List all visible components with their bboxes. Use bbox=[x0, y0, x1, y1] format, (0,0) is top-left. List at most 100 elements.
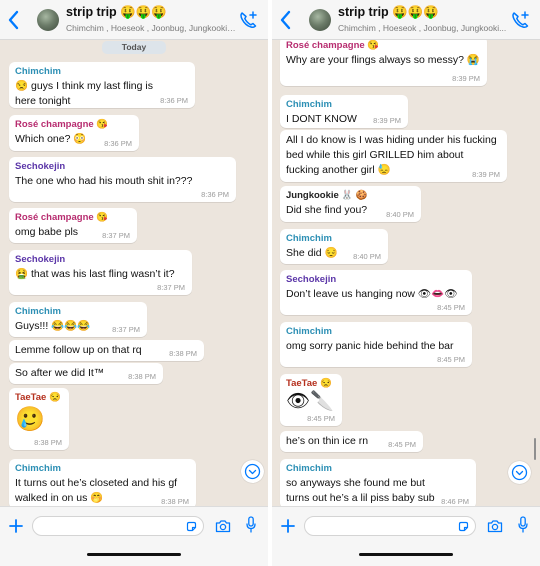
message-bubble[interactable]: Chimchim She did 😔 8:40 PM bbox=[280, 229, 388, 264]
message-text: 😒 guys I think my last fling is here ton… bbox=[15, 80, 153, 107]
chat-screen-right: strip trip 🤑🤑🤑 Chimchim , Hoeseok , Joon… bbox=[272, 0, 540, 566]
composer-bar bbox=[0, 506, 268, 566]
message-sender: Sechokejin bbox=[15, 161, 66, 172]
date-divider: Today bbox=[102, 41, 166, 54]
message-text: All I do know is I was hiding under his … bbox=[286, 134, 497, 176]
message-time: 8:38 PM bbox=[161, 497, 189, 506]
composer-bar bbox=[272, 506, 540, 566]
message-emoji: 👁🔪 bbox=[286, 391, 334, 412]
message-bubble[interactable]: Chimchim Guys!!! 😂😂😂 8:37 PM bbox=[9, 302, 147, 337]
add-call-icon[interactable] bbox=[237, 9, 259, 31]
message-time: 8:36 PM bbox=[104, 139, 132, 148]
message-bubble[interactable]: Chimchim I DONT KNOW 8:39 PM bbox=[280, 95, 408, 128]
message-bubble[interactable]: Sechokejin 🤮 that was his last fling was… bbox=[9, 250, 192, 295]
message-time: 8:45 PM bbox=[437, 355, 465, 364]
message-bubble[interactable]: Sechokejin The one who had his mouth shi… bbox=[9, 157, 236, 202]
message-bubble[interactable]: So after we did It™ 8:38 PM bbox=[9, 363, 163, 384]
message-text: 🤮 that was his last fling wasn’t it? bbox=[15, 268, 175, 280]
message-bubble[interactable]: Rosé champagne 😘 omg babe pls 8:37 PM bbox=[9, 208, 137, 243]
microphone-icon[interactable] bbox=[246, 516, 256, 534]
message-time: 8:40 PM bbox=[353, 252, 381, 261]
message-sender: Chimchim bbox=[286, 99, 332, 110]
chevron-down-icon bbox=[511, 464, 528, 481]
message-sender: Chimchim bbox=[15, 463, 61, 474]
message-bubble[interactable]: Chimchim 😒 guys I think my last fling is… bbox=[9, 62, 195, 108]
camera-icon[interactable] bbox=[215, 519, 231, 533]
message-sender: Rosé champagne 😘 bbox=[15, 212, 109, 223]
message-bubble[interactable]: TaeTae 😒 👁🔪 8:45 PM bbox=[280, 374, 342, 426]
message-sender: Chimchim bbox=[286, 233, 332, 244]
microphone-icon[interactable] bbox=[518, 516, 528, 534]
message-bubble[interactable]: Chimchim so anyways she found me but tur… bbox=[280, 459, 476, 506]
message-bubble[interactable]: TaeTae 😒 🥲 8:38 PM bbox=[9, 388, 69, 450]
message-bubble[interactable]: Chimchim It turns out he’s closeted and … bbox=[9, 459, 196, 506]
message-bubble[interactable]: Rosé champagne 😘 Why are your flings alw… bbox=[280, 40, 487, 86]
message-time: 8:45 PM bbox=[388, 440, 416, 449]
group-avatar[interactable] bbox=[309, 9, 331, 31]
message-input[interactable] bbox=[304, 516, 476, 536]
message-text: omg sorry panic hide behind the bar bbox=[286, 340, 454, 352]
message-time: 8:38 PM bbox=[169, 349, 197, 358]
message-sender: Sechokejin bbox=[15, 254, 66, 265]
message-time: 8:46 PM bbox=[441, 497, 469, 506]
message-time: 8:45 PM bbox=[307, 414, 335, 423]
back-chevron-icon[interactable] bbox=[7, 9, 21, 31]
message-list[interactable]: Rosé champagne 😘 Why are your flings alw… bbox=[272, 40, 540, 506]
message-time: 8:36 PM bbox=[160, 96, 188, 105]
participants-list[interactable]: Chimchim , Hoeseok , Joonbug, Jungkookie… bbox=[66, 23, 236, 33]
message-time: 8:37 PM bbox=[157, 283, 185, 292]
message-bubble[interactable]: Sechokejin Don’t leave us hanging now 👁👄… bbox=[280, 270, 472, 315]
message-text: The one who had his mouth shit in??? bbox=[15, 175, 193, 187]
scroll-to-bottom-button[interactable] bbox=[508, 461, 531, 484]
message-time: 8:37 PM bbox=[102, 231, 130, 240]
camera-icon[interactable] bbox=[487, 519, 503, 533]
scrollbar[interactable] bbox=[534, 438, 536, 460]
scroll-to-bottom-button[interactable] bbox=[241, 460, 264, 483]
plus-icon[interactable] bbox=[281, 519, 295, 533]
message-input[interactable] bbox=[32, 516, 204, 536]
message-time: 8:38 PM bbox=[34, 438, 62, 447]
message-bubble[interactable]: Lemme follow up on that rq 8:38 PM bbox=[9, 340, 204, 361]
message-sender: TaeTae 😒 bbox=[286, 378, 332, 389]
message-sender: Rosé champagne 😘 bbox=[15, 119, 109, 130]
sticker-icon[interactable] bbox=[458, 521, 469, 532]
message-bubble[interactable]: he’s on thin ice rn 8:45 PM bbox=[280, 431, 423, 452]
message-sender: Sechokejin bbox=[286, 274, 337, 285]
group-avatar[interactable] bbox=[37, 9, 59, 31]
add-call-icon[interactable] bbox=[509, 9, 531, 31]
message-list[interactable]: Today Chimchim 😒 guys I think my last fl… bbox=[0, 40, 268, 506]
message-sender: Jungkookie 🐰 🍪 bbox=[286, 190, 368, 201]
message-time: 8:40 PM bbox=[386, 210, 414, 219]
chat-header: strip trip 🤑🤑🤑 Chimchim , Hoeseok , Joon… bbox=[272, 0, 540, 40]
chevron-down-icon bbox=[244, 463, 261, 480]
message-bubble[interactable]: Rosé champagne 😘 Which one? 😳 8:36 PM bbox=[9, 115, 139, 151]
message-sender: TaeTae 😒 bbox=[15, 392, 61, 403]
message-bubble[interactable]: Chimchim omg sorry panic hide behind the… bbox=[280, 322, 472, 367]
message-time: 8:38 PM bbox=[128, 372, 156, 381]
chat-screen-left: strip trip 🤑🤑🤑 Chimchim , Hoeseok , Joon… bbox=[0, 0, 268, 566]
message-sender: Chimchim bbox=[15, 66, 61, 77]
message-text: Don’t leave us hanging now 👁👄👁 bbox=[286, 288, 458, 300]
message-text: Why are your flings always so messy? 😭 bbox=[286, 54, 480, 66]
chat-title[interactable]: strip trip 🤑🤑🤑 bbox=[66, 5, 167, 20]
message-time: 8:39 PM bbox=[373, 116, 401, 125]
sticker-icon[interactable] bbox=[186, 521, 197, 532]
message-emoji: 🥲 bbox=[15, 406, 45, 433]
message-sender: Chimchim bbox=[286, 326, 332, 337]
message-bubble[interactable]: All I do know is I was hiding under his … bbox=[280, 130, 507, 182]
home-indicator bbox=[87, 553, 181, 556]
message-time: 8:45 PM bbox=[437, 303, 465, 312]
home-indicator bbox=[359, 553, 453, 556]
back-chevron-icon[interactable] bbox=[279, 9, 293, 31]
message-sender: Chimchim bbox=[15, 306, 61, 317]
plus-icon[interactable] bbox=[9, 519, 23, 533]
participants-list[interactable]: Chimchim , Hoeseok , Joonbug, Jungkooki.… bbox=[338, 23, 508, 33]
message-text: so anyways she found me but turns out he… bbox=[286, 477, 435, 504]
message-bubble[interactable]: Jungkookie 🐰 🍪 Did she find you? 8:40 PM bbox=[280, 186, 421, 222]
message-time: 8:37 PM bbox=[112, 325, 140, 334]
chat-title[interactable]: strip trip 🤑🤑🤑 bbox=[338, 5, 439, 20]
message-sender: Chimchim bbox=[286, 463, 332, 474]
message-time: 8:39 PM bbox=[452, 74, 480, 83]
message-time: 8:36 PM bbox=[201, 190, 229, 199]
message-time: 8:39 PM bbox=[472, 170, 500, 179]
